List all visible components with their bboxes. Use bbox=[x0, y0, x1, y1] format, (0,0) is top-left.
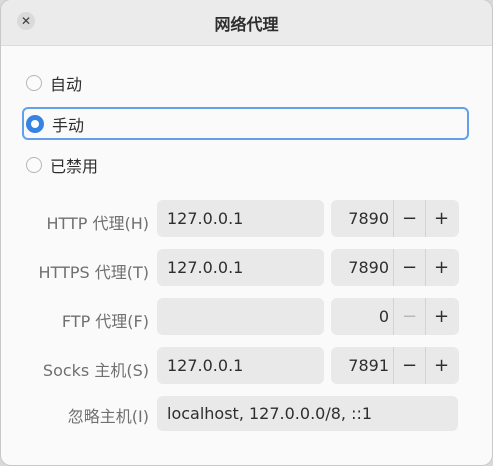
radio-unchecked-icon[interactable] bbox=[26, 156, 42, 173]
ftp-proxy-port-value[interactable]: 0 bbox=[331, 307, 389, 326]
mode-option-disabled[interactable]: 已禁用 bbox=[22, 149, 468, 180]
mode-option-manual[interactable]: 手动 bbox=[22, 107, 469, 140]
socks-port-increment-button[interactable]: + bbox=[425, 347, 457, 384]
https-proxy-host-input[interactable]: 127.0.0.1 bbox=[157, 249, 324, 286]
mode-label-manual: 手动 bbox=[52, 115, 85, 135]
http-port-increment-button[interactable]: + bbox=[425, 200, 457, 237]
ignore-hosts-label: 忽略主机(I) bbox=[67, 407, 149, 426]
https-port-increment-button[interactable]: + bbox=[425, 249, 457, 286]
socks-port-spinner: 7891 − + bbox=[331, 347, 459, 384]
mode-label-disabled: 已禁用 bbox=[50, 156, 99, 176]
socks-port-decrement-button[interactable]: − bbox=[393, 347, 425, 384]
ftp-proxy-label: FTP 代理(F) bbox=[61, 312, 149, 331]
socks-host-input[interactable]: 127.0.0.1 bbox=[157, 347, 324, 384]
ignore-hosts-input[interactable]: localhost, 127.0.0.0/8, ::1 bbox=[157, 396, 458, 431]
ftp-proxy-port-spinner: 0 − + bbox=[331, 298, 459, 335]
dialog-title: 网络代理 bbox=[214, 15, 279, 34]
https-proxy-label: HTTPS 代理(T) bbox=[38, 263, 149, 282]
radio-checked-icon[interactable] bbox=[26, 114, 44, 133]
socks-host-label: Socks 主机(S) bbox=[42, 361, 149, 380]
https-proxy-port-value[interactable]: 7890 bbox=[331, 258, 389, 277]
http-proxy-port-spinner: 7890 − + bbox=[331, 200, 459, 237]
http-proxy-port-value[interactable]: 7890 bbox=[331, 209, 389, 228]
radio-unchecked-icon[interactable] bbox=[26, 74, 42, 91]
mode-option-automatic[interactable]: 自动 bbox=[22, 67, 468, 98]
network-proxy-dialog: ✕ 网络代理 自动 手动 已禁用 HTTP 代理(H) 127.0.0.1 78… bbox=[1, 0, 492, 465]
http-proxy-host-input[interactable]: 127.0.0.1 bbox=[157, 200, 324, 237]
ftp-proxy-host-input[interactable] bbox=[157, 298, 324, 335]
https-port-decrement-button[interactable]: − bbox=[393, 249, 425, 286]
socks-port-value[interactable]: 7891 bbox=[331, 356, 389, 375]
http-proxy-label: HTTP 代理(H) bbox=[46, 214, 149, 233]
titlebar: ✕ 网络代理 bbox=[1, 0, 492, 46]
mode-label-automatic: 自动 bbox=[50, 74, 83, 94]
https-proxy-port-spinner: 7890 − + bbox=[331, 249, 459, 286]
ftp-port-increment-button[interactable]: + bbox=[425, 298, 457, 335]
ftp-port-decrement-button: − bbox=[393, 298, 425, 335]
http-port-decrement-button[interactable]: − bbox=[393, 200, 425, 237]
